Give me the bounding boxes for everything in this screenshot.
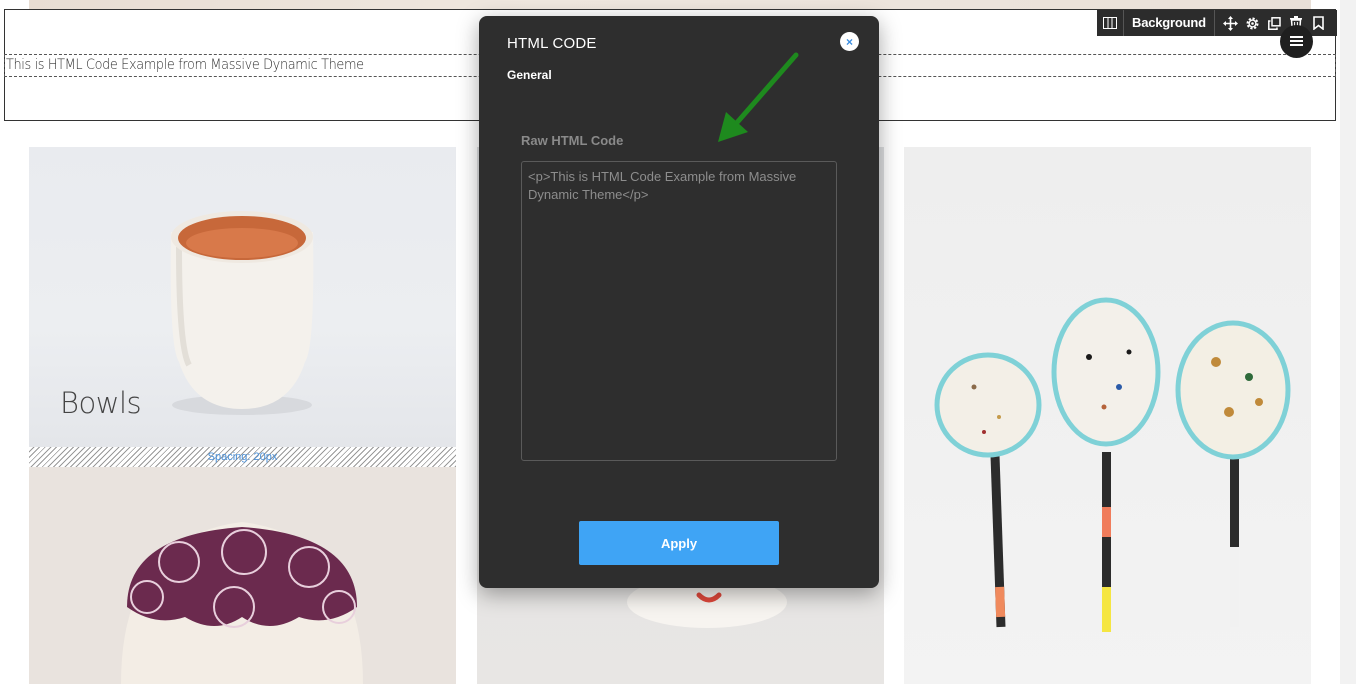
gallery-item-spoons[interactable]	[904, 147, 1311, 684]
bowls-caption: Bowls	[60, 386, 142, 420]
apply-button[interactable]: Apply	[579, 521, 779, 565]
raw-html-code-label: Raw HTML Code	[521, 133, 624, 148]
duplicate-icon[interactable]	[1267, 16, 1282, 31]
row-menu-button[interactable]	[1280, 25, 1313, 58]
spoons-image	[934, 297, 1291, 632]
close-icon[interactable]: ×	[840, 32, 859, 51]
columns-icon[interactable]	[1097, 10, 1124, 36]
bowl-image	[121, 522, 363, 684]
top-image-strip	[29, 0, 1311, 9]
bookmark-icon[interactable]	[1311, 16, 1326, 31]
gallery-item-bowl[interactable]	[29, 467, 456, 684]
background-button[interactable]: Background	[1124, 10, 1215, 36]
gear-icon[interactable]	[1245, 16, 1260, 31]
move-icon[interactable]	[1222, 15, 1238, 31]
annotation-arrow-overlay	[718, 52, 799, 142]
spacing-label: Spacing: 20px	[207, 451, 278, 463]
html-code-output: This is HTML Code Example from Massive D…	[6, 57, 364, 73]
tab-general[interactable]: General	[507, 68, 552, 82]
raw-html-code-textarea[interactable]: <p>This is HTML Code Example from Massiv…	[521, 161, 837, 461]
html-code-dialog: HTML CODE × General Raw HTML Code <p>Thi…	[479, 16, 879, 588]
hamburger-icon	[1290, 33, 1303, 51]
dialog-title: HTML CODE	[507, 35, 597, 52]
gallery-item-cup[interactable]: Bowls	[29, 147, 456, 447]
